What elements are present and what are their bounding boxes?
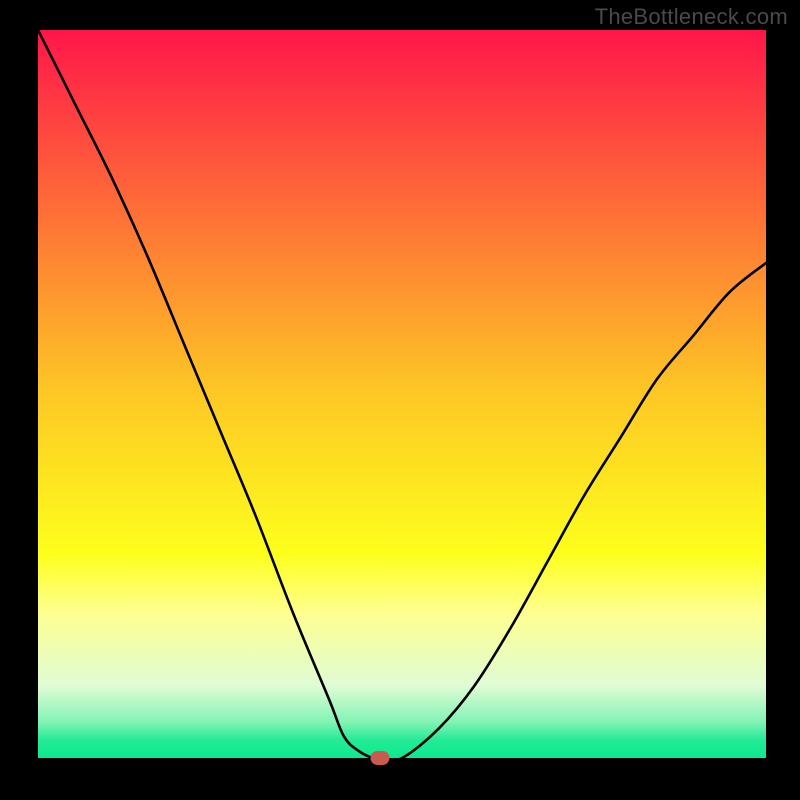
optimal-point-marker (371, 751, 390, 765)
plot-frame (38, 30, 766, 758)
plot-svg (38, 30, 766, 758)
gradient-background (38, 30, 766, 758)
watermark-text: TheBottleneck.com (595, 4, 788, 30)
